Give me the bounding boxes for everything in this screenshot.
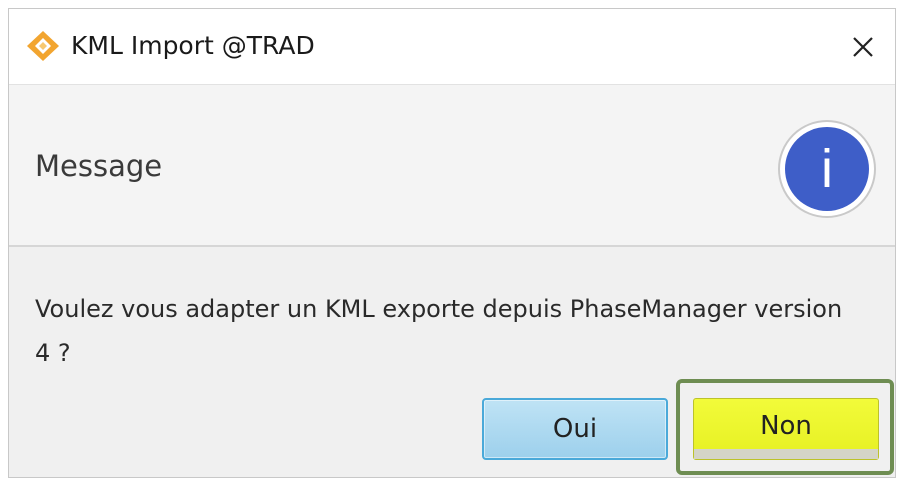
yes-button[interactable]: Oui	[482, 398, 668, 460]
dialog-header: Message i	[9, 85, 895, 247]
window-title: KML Import @TRAD	[71, 31, 315, 60]
no-button-label: Non	[760, 411, 812, 441]
info-icon-letter: i	[821, 139, 833, 199]
dialog-window: KML Import @TRAD Message i Voulez vous a…	[8, 8, 896, 478]
dialog-message: Voulez vous adapter un KML exporte depui…	[35, 295, 843, 367]
no-button[interactable]: Non	[693, 398, 879, 460]
close-icon	[853, 36, 873, 57]
info-icon: i	[778, 120, 876, 218]
header-title: Message	[35, 149, 163, 183]
no-button-shade	[694, 449, 878, 459]
diamond-logo-icon	[27, 31, 59, 61]
yes-button-label: Oui	[552, 414, 598, 444]
close-button[interactable]	[831, 9, 895, 84]
title-bar[interactable]: KML Import @TRAD	[9, 9, 895, 85]
